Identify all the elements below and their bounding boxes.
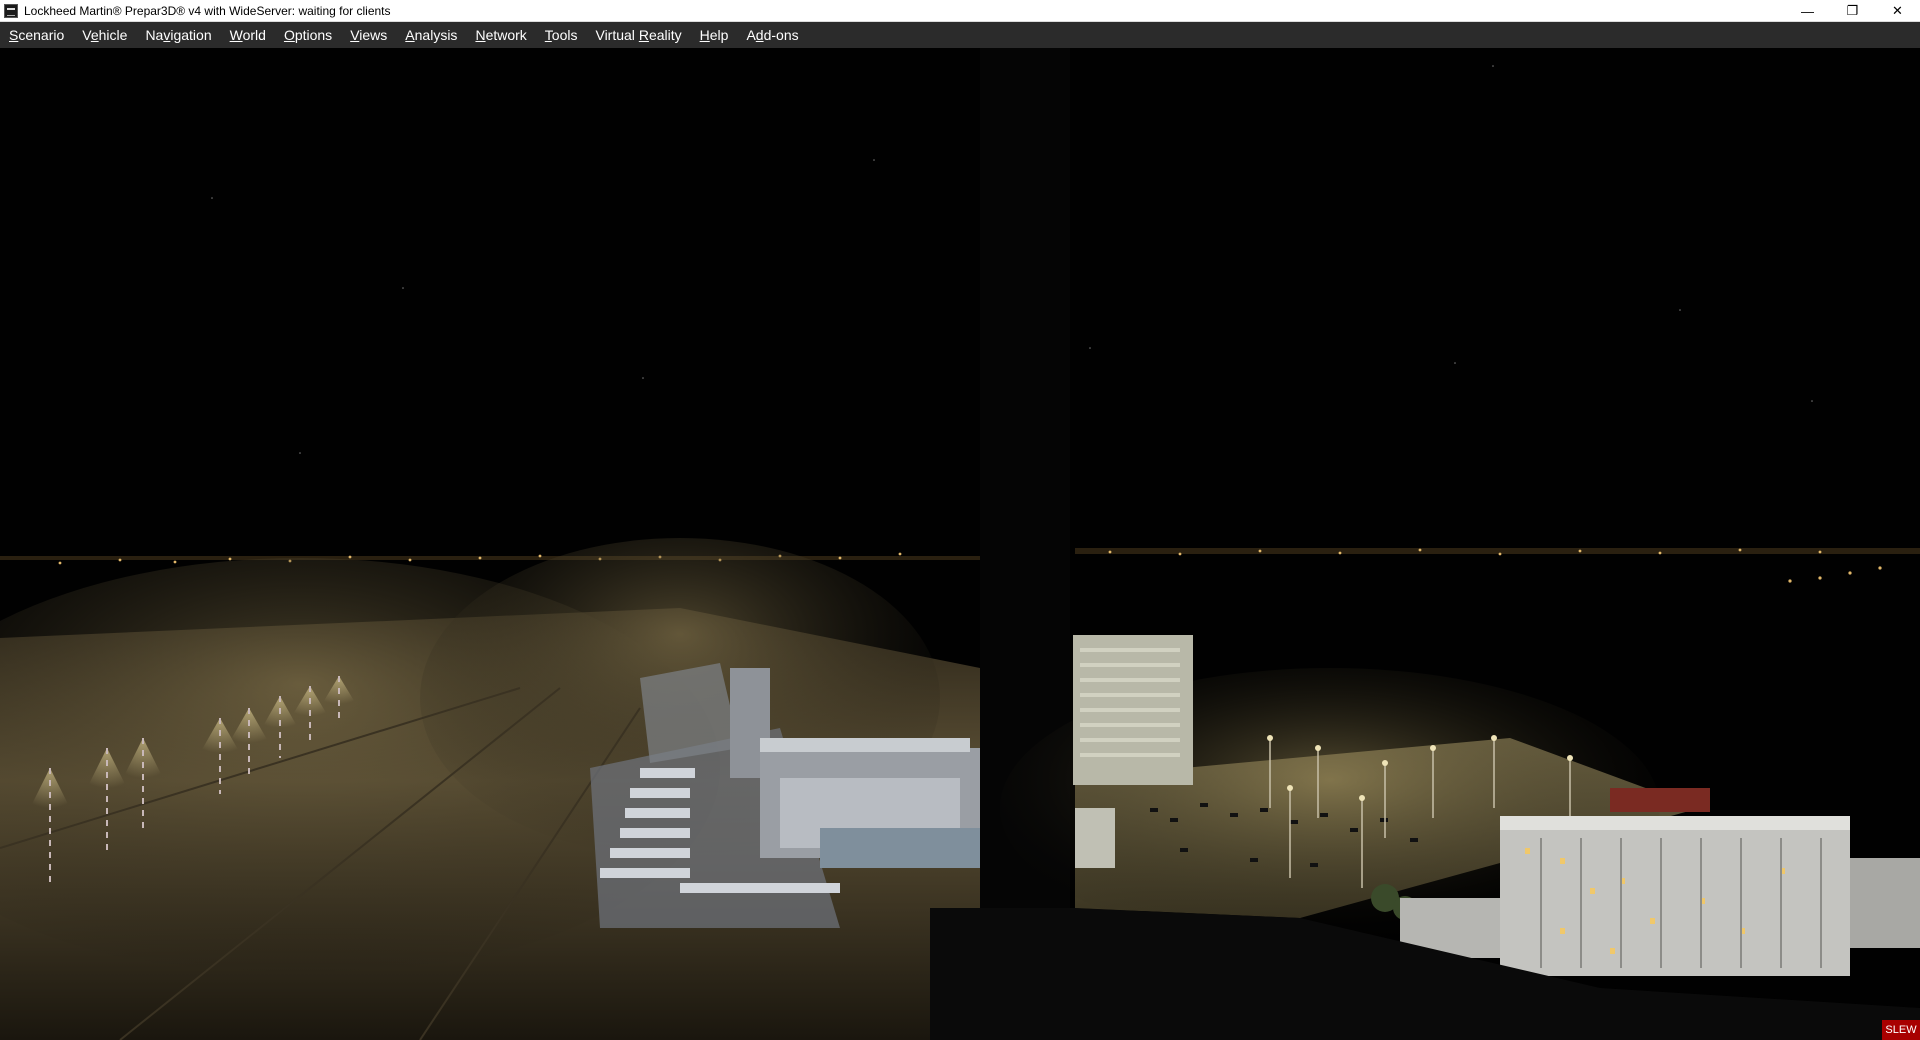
night-airport-scene: [0, 48, 1920, 1040]
window-controls: — ❐ ✕: [1785, 0, 1920, 22]
menu-scenario[interactable]: Scenario: [0, 22, 73, 48]
menu-world[interactable]: World: [221, 22, 275, 48]
menu-vehicle[interactable]: Vehicle: [73, 22, 136, 48]
maximize-button[interactable]: ❐: [1830, 0, 1875, 22]
minimize-button[interactable]: —: [1785, 0, 1830, 22]
foreground-tower: [980, 48, 1070, 1040]
menu-analysis[interactable]: Analysis: [396, 22, 466, 48]
menu-navigation[interactable]: Navigation: [136, 22, 220, 48]
menu-add-ons[interactable]: Add-ons: [737, 22, 807, 48]
menu-tools[interactable]: Tools: [536, 22, 587, 48]
title-bar: Lockheed Martin® Prepar3D® v4 with WideS…: [0, 0, 1920, 22]
app-icon[interactable]: [4, 3, 18, 18]
menu-options[interactable]: Options: [275, 22, 341, 48]
menu-network[interactable]: Network: [466, 22, 535, 48]
menu-bar: Scenario Vehicle Navigation World Option…: [0, 22, 1920, 48]
slew-indicator: SLEW: [1882, 1020, 1920, 1040]
window-title: Lockheed Martin® Prepar3D® v4 with WideS…: [24, 3, 391, 18]
menu-views[interactable]: Views: [341, 22, 396, 48]
menu-virtual-reality[interactable]: Virtual Reality: [586, 22, 690, 48]
menu-help[interactable]: Help: [691, 22, 738, 48]
close-button[interactable]: ✕: [1875, 0, 1920, 22]
sim-viewport[interactable]: SLEW: [0, 48, 1920, 1040]
office-building: [1500, 816, 1850, 976]
